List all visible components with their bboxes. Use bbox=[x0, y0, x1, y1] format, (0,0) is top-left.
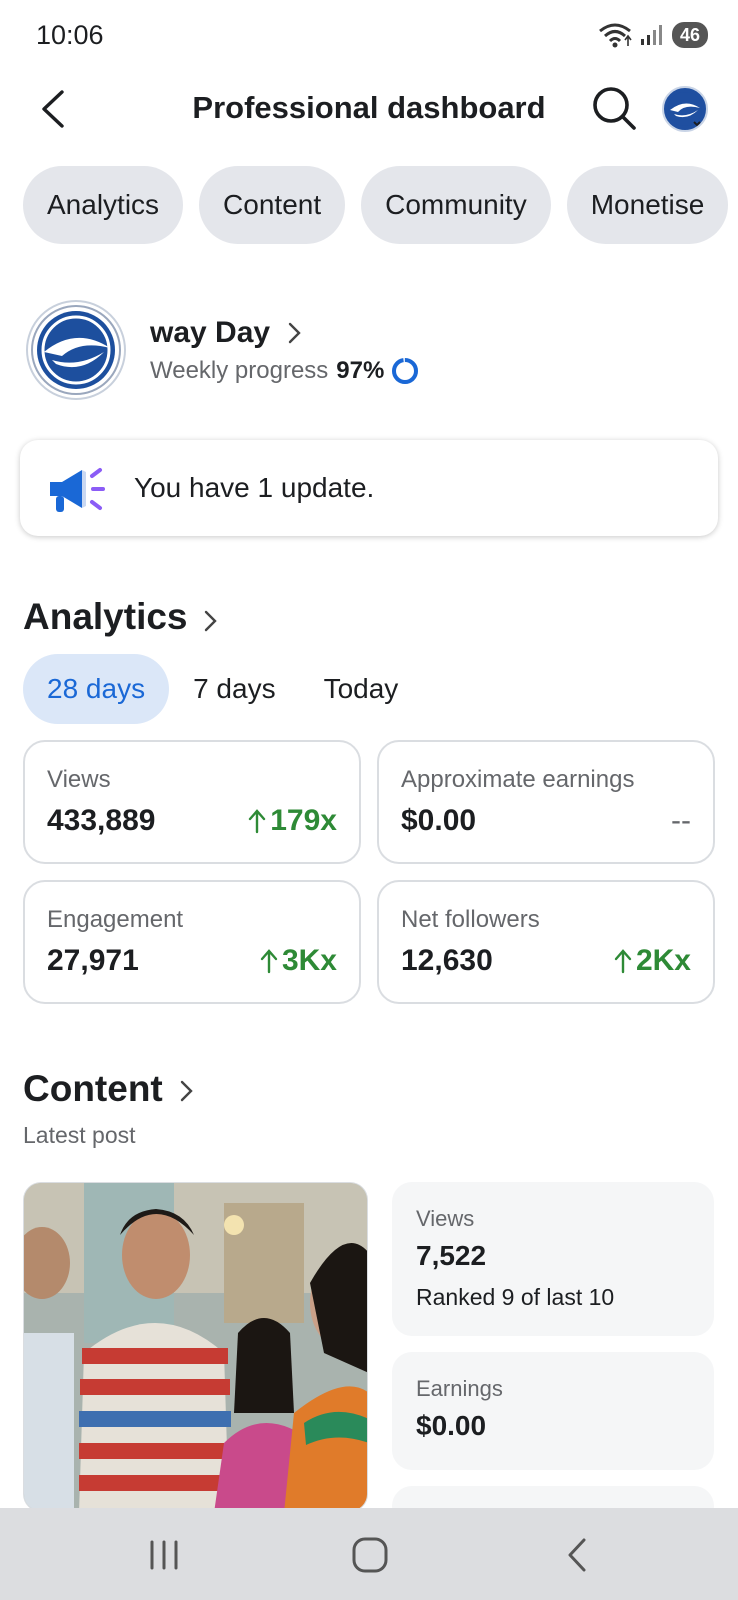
metric-label: Views bbox=[47, 766, 111, 793]
status-icons: 46 bbox=[598, 22, 708, 48]
post-views-card[interactable]: Views 7,522 Ranked 9 of last 10 bbox=[392, 1182, 714, 1336]
metric-card-views[interactable]: Views 433,889 179x bbox=[23, 740, 361, 864]
tab-content[interactable]: Content bbox=[199, 166, 346, 244]
metric-value: 27,971 bbox=[47, 944, 139, 977]
chevron-right-icon[interactable] bbox=[200, 606, 222, 636]
wifi-icon bbox=[599, 23, 632, 48]
arrow-up-icon bbox=[260, 949, 278, 974]
tab-analytics[interactable]: Analytics bbox=[23, 166, 184, 244]
analytics-section-title[interactable]: Analytics bbox=[23, 596, 188, 638]
post-image bbox=[24, 1183, 367, 1511]
profile-logo-icon bbox=[31, 305, 121, 395]
metric-card-engagement[interactable]: Engagement 27,971 3Kx bbox=[23, 880, 361, 1004]
update-card[interactable]: You have 1 update. bbox=[20, 440, 718, 536]
status-bar: 10:06 46 bbox=[0, 0, 738, 72]
post-earnings-label: Earnings bbox=[416, 1376, 503, 1401]
metric-change-value: 3Kx bbox=[281, 944, 337, 977]
metric-card-net-followers[interactable]: Net followers 12,630 2Kx bbox=[377, 880, 715, 1004]
tab-community[interactable]: Community bbox=[361, 166, 551, 244]
profile-name: way Day bbox=[150, 316, 271, 349]
arrow-up-icon bbox=[614, 949, 632, 974]
metric-change: 3Kx bbox=[260, 944, 337, 978]
metric-label: Approximate earnings bbox=[401, 766, 635, 793]
category-tabs: Analytics Content Community Monetise bbox=[23, 166, 729, 244]
profile-avatar bbox=[26, 300, 126, 400]
metric-label: Engagement bbox=[47, 906, 184, 933]
metric-value: 12,630 bbox=[401, 944, 493, 977]
range-tab-today[interactable]: Today bbox=[300, 654, 423, 724]
megaphone-icon bbox=[50, 468, 105, 512]
latest-post-label: Latest post bbox=[23, 1122, 136, 1148]
progress-ring-icon bbox=[392, 358, 419, 384]
post-earnings-value: $0.00 bbox=[416, 1410, 487, 1441]
post-views-value: 7,522 bbox=[416, 1240, 487, 1271]
metric-value: 433,889 bbox=[47, 804, 156, 837]
system-nav-bar bbox=[0, 1508, 738, 1600]
metric-change-value: 179x bbox=[270, 804, 337, 837]
metric-change-value: 2Kx bbox=[635, 944, 691, 977]
content-section-title[interactable]: Content bbox=[23, 1068, 163, 1110]
metric-label: Net followers bbox=[401, 906, 540, 933]
account-logo-icon bbox=[668, 92, 702, 127]
range-tab-28-days[interactable]: 28 days bbox=[23, 654, 170, 724]
battery-indicator: 46 bbox=[671, 22, 708, 48]
post-views-rank: Ranked 9 of last 10 bbox=[416, 1284, 615, 1310]
tab-monetise[interactable]: Monetise bbox=[566, 166, 729, 244]
signal-icon bbox=[640, 25, 662, 45]
metric-change: 179x bbox=[248, 804, 337, 838]
account-switcher-avatar[interactable] bbox=[662, 86, 708, 132]
chevron-right-icon bbox=[288, 322, 301, 344]
back-nav-icon[interactable] bbox=[554, 1532, 602, 1578]
metric-value: $0.00 bbox=[401, 804, 477, 837]
metric-change-value: -- bbox=[671, 804, 691, 837]
recent-apps-icon[interactable] bbox=[140, 1532, 188, 1578]
metric-card-earnings[interactable]: Approximate earnings $0.00 -- bbox=[377, 740, 715, 864]
range-tab-7-days[interactable]: 7 days bbox=[169, 654, 300, 724]
date-range-tabs: 28 days 7 days Today bbox=[23, 654, 422, 724]
update-text: You have 1 update. bbox=[134, 472, 375, 503]
latest-post-thumbnail[interactable] bbox=[23, 1182, 368, 1512]
header: Professional dashboard bbox=[0, 72, 738, 150]
progress-value: 97% bbox=[336, 357, 385, 384]
profile-row[interactable]: way Day Weekly progress 97% bbox=[26, 300, 726, 400]
weekly-progress: Weekly progress 97% bbox=[150, 356, 420, 386]
progress-label: Weekly progress bbox=[150, 357, 329, 384]
chevron-right-icon[interactable] bbox=[176, 1076, 198, 1106]
arrow-up-icon bbox=[249, 809, 266, 834]
search-icon[interactable] bbox=[590, 84, 638, 132]
home-icon[interactable] bbox=[346, 1532, 394, 1578]
metric-change: 2Kx bbox=[614, 944, 691, 978]
status-time: 10:06 bbox=[36, 20, 104, 50]
post-views-label: Views bbox=[416, 1206, 475, 1231]
post-earnings-card[interactable]: Earnings $0.00 bbox=[392, 1352, 714, 1470]
